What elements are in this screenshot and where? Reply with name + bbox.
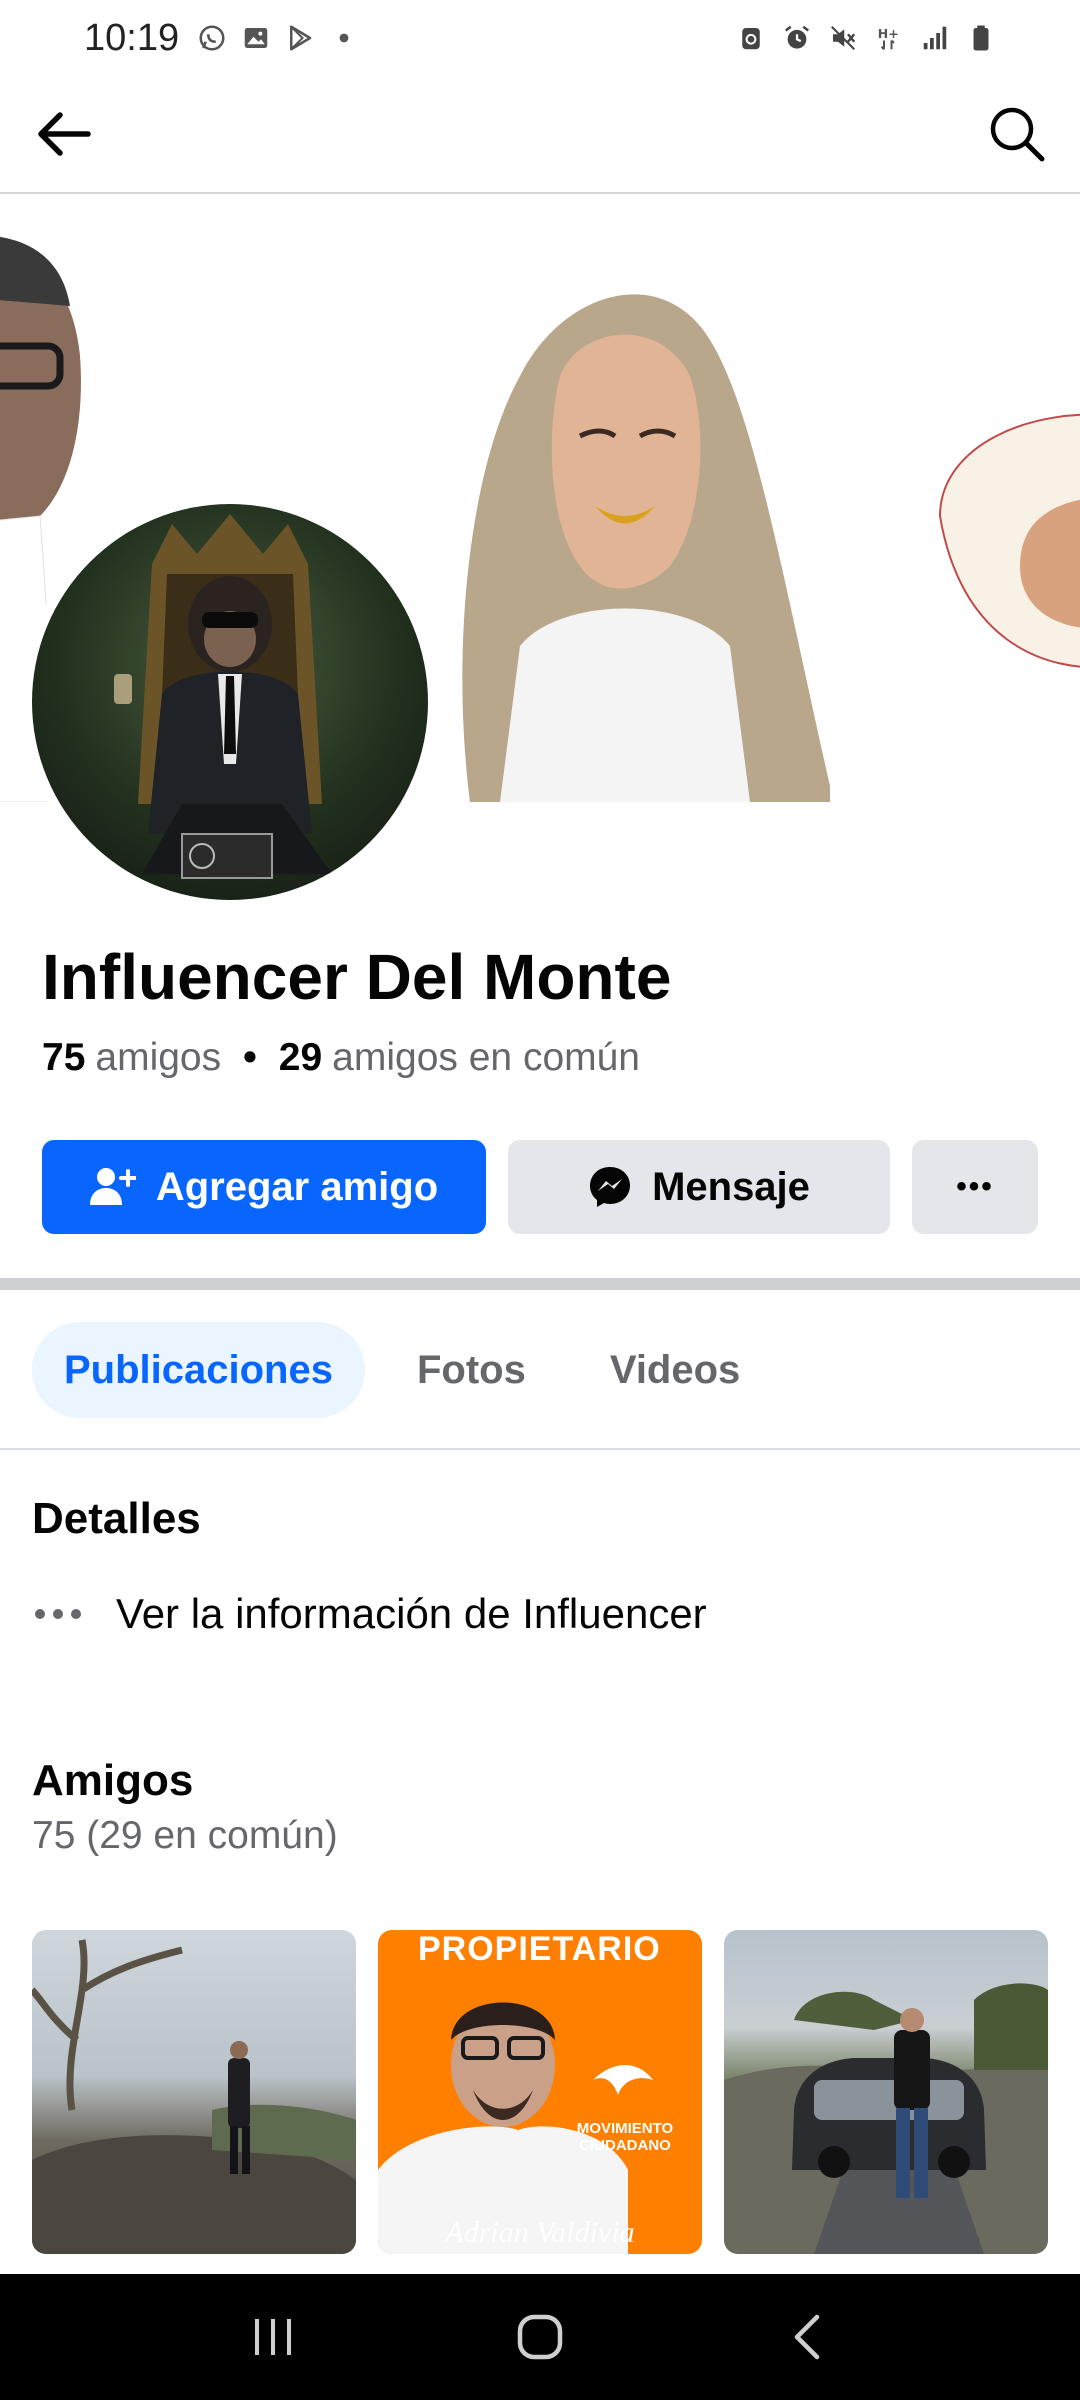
chimp-on-throne-illustration [114,514,332,879]
poster-brand-text: MOVIMIENTO CIUDADANO [576,2120,674,2154]
status-right-icons: H+ [736,23,996,53]
arrow-left-icon [38,112,91,156]
battery-icon [966,23,996,53]
details-info-row[interactable]: Ver la información de Influencer [32,1590,707,1638]
friend-photo-1[interactable] [32,1930,356,2254]
friends-subtitle: 75 (29 en común) [32,1814,338,1857]
tabs-divider [0,1448,1080,1450]
friends-count: 75 [42,1036,86,1079]
mute-icon [828,23,858,53]
poster-top-text: PROPIETARIO [418,1930,661,1968]
home-icon [517,2314,563,2360]
svg-text:H+: H+ [878,26,899,41]
friend-photo-2[interactable]: PROPIETARIO MOVIMIENTO CIUDADANO Adrian … [378,1930,702,2254]
gallery-icon [241,23,271,53]
mutual-label[interactable]: amigos en común [332,1036,640,1080]
message-label: Mensaje [652,1164,810,1209]
add-friend-icon [89,1167,136,1207]
cover-person-center [462,294,830,802]
avatar-image [32,504,428,900]
cover-person-right [938,413,1080,668]
back-button[interactable] [28,104,98,164]
back-nav-button[interactable] [757,2297,857,2377]
whatsapp-icon [197,23,227,53]
recent-apps-button[interactable] [223,2297,323,2377]
details-title: Detalles [32,1494,201,1543]
profile-actions: Agregar amigo Mensaje ••• [42,1140,1038,1234]
profile-name: Influencer Del Monte [42,941,672,1013]
friend-photo-1-image [32,1939,356,2254]
more-options-button[interactable]: ••• [912,1140,1038,1234]
profile-counts: 75 amigos • 29 amigos en común [42,1036,640,1080]
search-icon [990,107,1045,162]
recycle-icon [736,23,766,53]
hplus-icon: H+ [874,23,904,53]
friends-grid: PROPIETARIO MOVIMIENTO CIUDADANO Adrian … [32,1930,1048,2254]
search-button[interactable] [982,102,1052,166]
add-friend-button[interactable]: Agregar amigo [42,1140,486,1234]
poster-name-text: Adrian Valdivia [445,2216,635,2249]
chevron-left-icon [794,2314,819,2360]
friend-photo-3-image [724,1983,1048,2254]
alarm-icon [782,23,812,53]
recent-apps-icon [255,2319,292,2355]
notification-dot-icon [329,23,359,53]
signal-icon [920,23,950,53]
count-separator: • [243,1036,257,1079]
play-store-icon [285,23,315,53]
tab-fotos[interactable]: Fotos [385,1322,558,1418]
more-dots-icon [32,1608,84,1620]
profile-tabs: Publicaciones Fotos Videos [32,1322,792,1418]
system-nav-bar [0,2274,1080,2400]
home-button[interactable] [490,2297,590,2377]
friends-label[interactable]: amigos [95,1036,221,1080]
tab-videos[interactable]: Videos [578,1322,772,1418]
status-time: 10:19 [84,16,180,59]
tab-publicaciones[interactable]: Publicaciones [32,1322,365,1418]
message-button[interactable]: Mensaje [508,1140,890,1234]
friend-photo-3[interactable] [724,1930,1048,2254]
friend-photo-2-image [378,2002,653,2254]
add-friend-label: Agregar amigo [155,1164,439,1209]
status-left-icons [197,23,359,53]
mutual-count: 29 [278,1036,323,1079]
friends-title: Amigos [32,1756,194,1805]
app-bar [0,76,1080,194]
details-info-link: Ver la información de Influencer [116,1590,707,1637]
messenger-icon [588,1165,632,1209]
more-options-icon: ••• [956,1170,994,1203]
status-bar: 10:19 H+ [0,0,1080,76]
profile-avatar[interactable] [22,494,438,910]
section-divider [0,1278,1080,1290]
